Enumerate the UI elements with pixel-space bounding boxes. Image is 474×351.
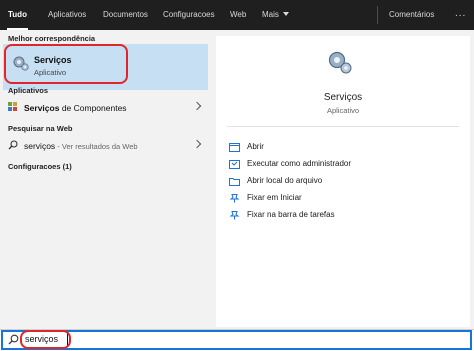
web-result-suffix: - Ver resultados da Web xyxy=(55,142,138,151)
app-result-match: Serviços xyxy=(24,103,60,113)
web-heading: Pesquisar na Web xyxy=(8,124,73,133)
annotation-highlight-search xyxy=(20,330,71,349)
tab-settings[interactable]: Configuracoes xyxy=(163,0,215,30)
chevron-down-icon xyxy=(282,12,289,16)
comments-button[interactable]: Comentários xyxy=(389,0,434,30)
app-result-label: Serviços de Componentes xyxy=(24,103,127,113)
tab-apps[interactable]: Aplicativos xyxy=(48,0,86,30)
tab-more[interactable]: Mais xyxy=(262,0,289,30)
tab-documents[interactable]: Documentos xyxy=(103,0,148,30)
tab-divider xyxy=(377,6,378,24)
tab-all[interactable]: Tudo xyxy=(7,0,28,30)
open-icon xyxy=(229,143,240,152)
services-gear-icon xyxy=(328,51,352,74)
pin-taskbar-icon xyxy=(229,211,240,220)
more-options-button[interactable]: ... xyxy=(455,0,466,30)
apps-heading: Aplicativos xyxy=(8,86,49,95)
action-label: Fixar na barra de tarefas xyxy=(247,210,335,219)
search-input[interactable] xyxy=(1,330,472,350)
settings-heading[interactable]: Configuracoes (1) xyxy=(8,162,72,171)
tab-more-label: Mais xyxy=(262,10,279,19)
app-result-rest: de Componentes xyxy=(59,103,127,113)
app-result-component-services[interactable]: Serviços de Componentes xyxy=(0,99,214,117)
run-as-admin-icon xyxy=(229,160,240,169)
component-services-icon xyxy=(8,102,17,111)
web-result[interactable]: serviços - Ver resultados da Web xyxy=(0,137,214,155)
annotation-highlight-result xyxy=(4,44,128,84)
preview-divider xyxy=(227,126,459,127)
chevron-right-icon[interactable] xyxy=(192,101,202,111)
preview-title: Serviços xyxy=(323,92,363,103)
preview-subtitle: Aplicativo xyxy=(326,106,360,115)
tab-web[interactable]: Web xyxy=(230,0,246,30)
action-label: Executar como administrador xyxy=(247,159,352,168)
chevron-right-icon[interactable] xyxy=(192,139,202,149)
search-scope-tabs: Tudo Aplicativos Documentos Configuracoe… xyxy=(0,0,474,30)
pin-start-icon xyxy=(229,194,240,203)
web-result-query: serviços xyxy=(24,141,56,151)
web-result-label: serviços - Ver resultados da Web xyxy=(24,141,138,151)
search-icon xyxy=(8,140,18,150)
action-label: Abrir xyxy=(247,142,264,151)
best-match-heading: Melhor correspondência xyxy=(8,34,96,43)
search-icon xyxy=(8,334,19,345)
action-label: Abrir local do arquivo xyxy=(247,176,323,185)
file-location-icon xyxy=(229,178,240,186)
action-label: Fixar em Iniciar xyxy=(247,193,302,202)
